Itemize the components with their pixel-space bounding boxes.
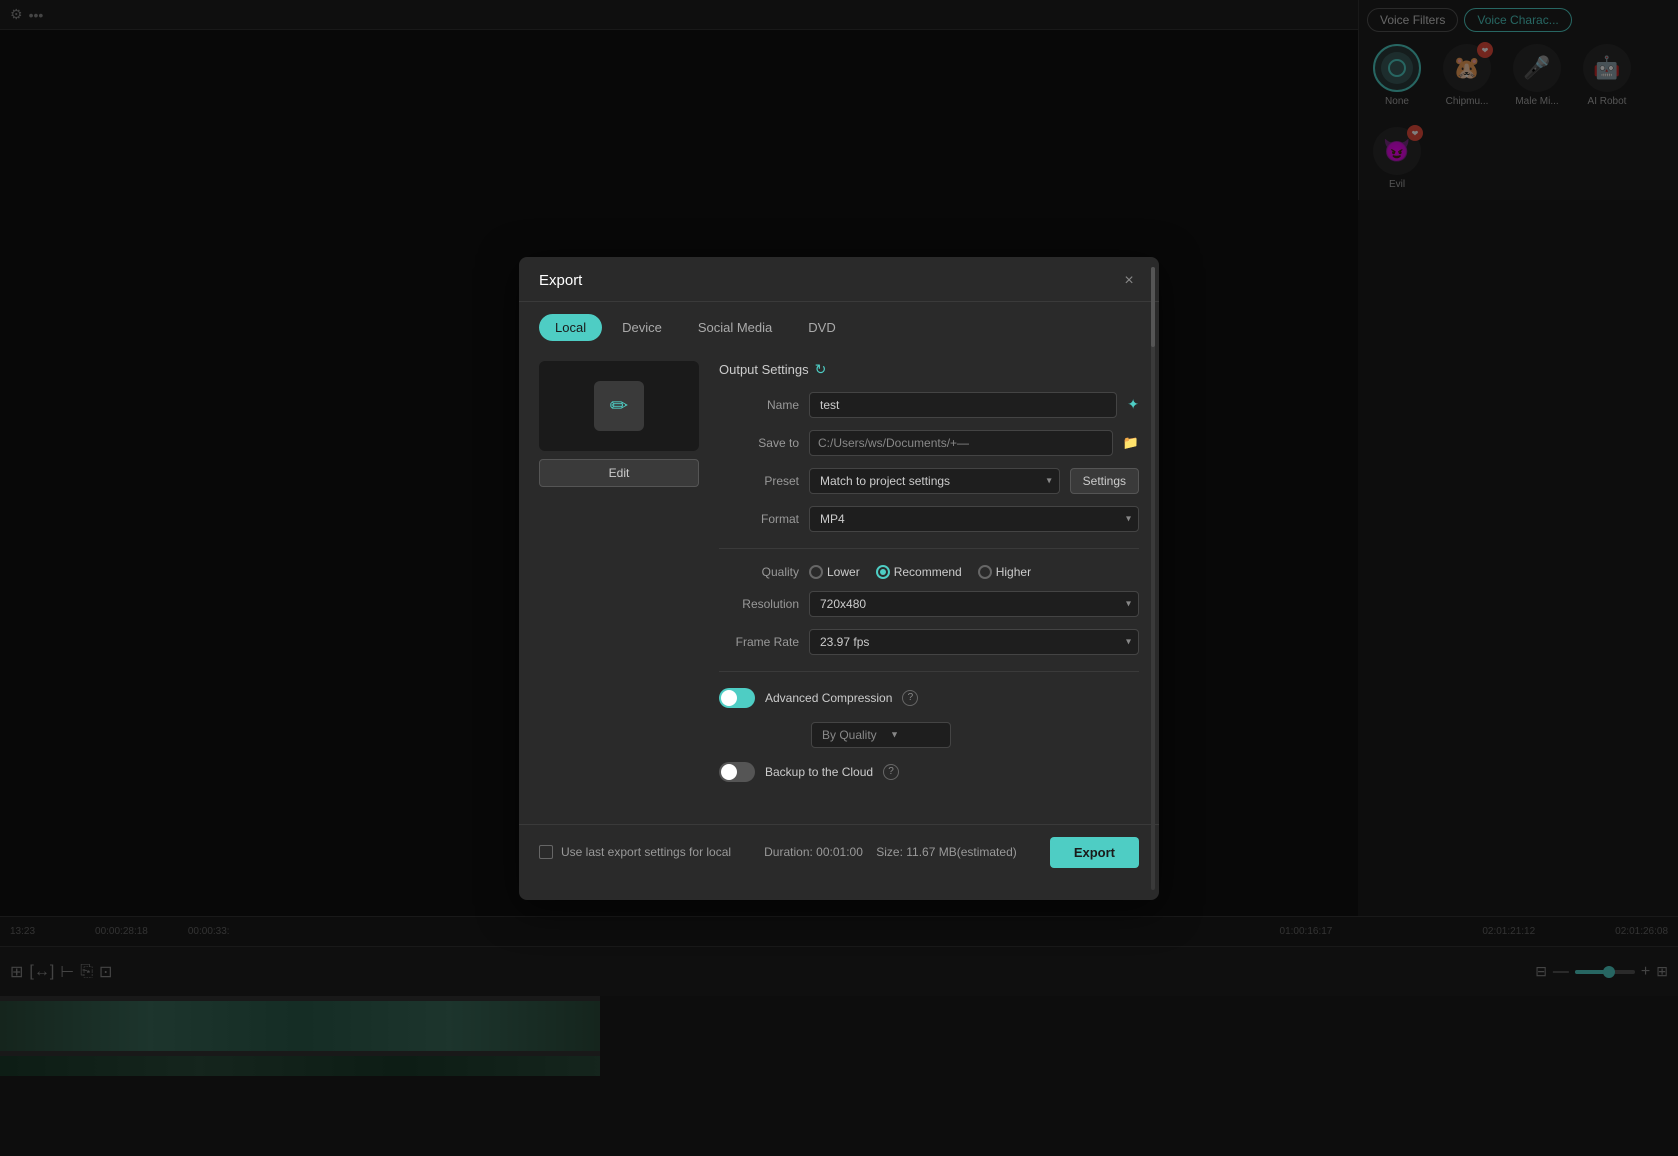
name-label: Name xyxy=(719,398,799,412)
dialog-footer: Use last export settings for local Durat… xyxy=(519,824,1159,880)
dialog-overlay: Export × Local Device Social Media DVD ✏… xyxy=(0,0,1678,1156)
format-row: Format MP4 xyxy=(719,506,1139,532)
quality-higher-label: Higher xyxy=(996,565,1031,579)
frame-rate-select[interactable]: 23.97 fps xyxy=(809,629,1139,655)
tab-device[interactable]: Device xyxy=(606,314,678,341)
radio-recommend-circle xyxy=(876,565,890,579)
scroll-thumb[interactable] xyxy=(1151,267,1155,347)
divider-2 xyxy=(719,671,1139,672)
advanced-compression-label: Advanced Compression xyxy=(765,691,892,705)
by-quality-select-wrapper: By Quality ▾ xyxy=(765,722,905,748)
close-icon[interactable]: × xyxy=(1119,271,1139,291)
settings-panel: Output Settings ↻ Name ✦ Save to C:/User… xyxy=(719,361,1139,796)
output-settings-label: Output Settings xyxy=(719,362,809,377)
backup-cloud-help-icon[interactable]: ? xyxy=(883,764,899,780)
name-input[interactable] xyxy=(809,392,1117,418)
dialog-header: Export × xyxy=(519,257,1159,302)
format-select[interactable]: MP4 xyxy=(809,506,1139,532)
folder-icon[interactable]: 📁 xyxy=(1123,435,1139,451)
preset-select-wrapper: Match to project settings xyxy=(809,468,1060,494)
tab-social-media[interactable]: Social Media xyxy=(682,314,788,341)
frame-rate-row: Frame Rate 23.97 fps xyxy=(719,629,1139,655)
radio-higher-circle xyxy=(978,565,992,579)
duration-size-info: Duration: 00:01:00 Size: 11.67 MB(estima… xyxy=(764,845,1017,859)
settings-button[interactable]: Settings xyxy=(1070,468,1139,494)
path-display: C:/Users/ws/Documents/+— xyxy=(809,430,1113,456)
name-row: Name ✦ xyxy=(719,392,1139,418)
tab-local[interactable]: Local xyxy=(539,314,602,341)
export-tabs: Local Device Social Media DVD xyxy=(519,302,1159,341)
dialog-body: ✏ Edit Output Settings ↻ Name ✦ xyxy=(519,341,1159,816)
quality-label: Quality xyxy=(719,565,799,579)
quality-recommend[interactable]: Recommend xyxy=(876,565,962,579)
advanced-compression-toggle[interactable] xyxy=(719,688,755,708)
preview-icon: ✏ xyxy=(594,381,644,431)
by-quality-wrapper-row: By Quality ▾ xyxy=(719,722,1139,748)
quality-lower[interactable]: Lower xyxy=(809,565,860,579)
resolution-select-wrapper: 720x480 xyxy=(809,591,1139,617)
edit-button[interactable]: Edit xyxy=(539,459,699,487)
frame-rate-label: Frame Rate xyxy=(719,635,799,649)
use-last-settings-label: Use last export settings for local xyxy=(561,845,731,859)
path-text: C:/Users/ws/Documents/+— xyxy=(818,436,1104,450)
preview-panel: ✏ Edit xyxy=(539,361,699,796)
quality-radio-group: Lower Recommend Higher xyxy=(809,565,1031,579)
save-to-label: Save to xyxy=(719,436,799,450)
resolution-row: Resolution 720x480 xyxy=(719,591,1139,617)
backup-cloud-toggle[interactable] xyxy=(719,762,755,782)
quality-recommend-label: Recommend xyxy=(894,565,962,579)
use-last-settings-checkbox[interactable] xyxy=(539,845,553,859)
quality-lower-label: Lower xyxy=(827,565,860,579)
save-to-row: Save to C:/Users/ws/Documents/+— 📁 xyxy=(719,430,1139,456)
refresh-icon[interactable]: ↻ xyxy=(815,361,827,378)
backup-cloud-row: Backup to the Cloud ? xyxy=(719,762,1139,782)
tab-dvd[interactable]: DVD xyxy=(792,314,851,341)
resolution-select[interactable]: 720x480 xyxy=(809,591,1139,617)
resolution-label: Resolution xyxy=(719,597,799,611)
backup-cloud-label: Backup to the Cloud xyxy=(765,765,873,779)
advanced-compression-row: Advanced Compression ? xyxy=(719,688,1139,708)
export-button[interactable]: Export xyxy=(1050,837,1139,868)
preview-thumbnail: ✏ xyxy=(539,361,699,451)
quality-higher[interactable]: Higher xyxy=(978,565,1031,579)
ai-edit-icon[interactable]: ✦ xyxy=(1127,396,1139,413)
size-text: Size: 11.67 MB(estimated) xyxy=(876,845,1017,859)
format-label: Format xyxy=(719,512,799,526)
format-select-wrapper: MP4 xyxy=(809,506,1139,532)
dialog-title: Export xyxy=(539,272,582,289)
preset-row: Preset Match to project settings Setting… xyxy=(719,468,1139,494)
output-settings-title: Output Settings ↻ xyxy=(719,361,1139,378)
edit-pencil-icon: ✏ xyxy=(610,393,628,419)
frame-rate-select-wrapper: 23.97 fps xyxy=(809,629,1139,655)
scroll-track[interactable] xyxy=(1151,267,1155,890)
export-dialog: Export × Local Device Social Media DVD ✏… xyxy=(519,257,1159,900)
quality-row: Quality Lower Recommend Higher xyxy=(719,565,1139,579)
divider-1 xyxy=(719,548,1139,549)
preset-label: Preset xyxy=(719,474,799,488)
radio-lower-circle xyxy=(809,565,823,579)
preset-select[interactable]: Match to project settings xyxy=(809,468,1060,494)
by-quality-select[interactable]: By Quality xyxy=(811,722,951,748)
duration-text: Duration: 00:01:00 xyxy=(764,845,863,859)
footer-left: Use last export settings for local xyxy=(539,845,731,859)
advanced-compression-help-icon[interactable]: ? xyxy=(902,690,918,706)
